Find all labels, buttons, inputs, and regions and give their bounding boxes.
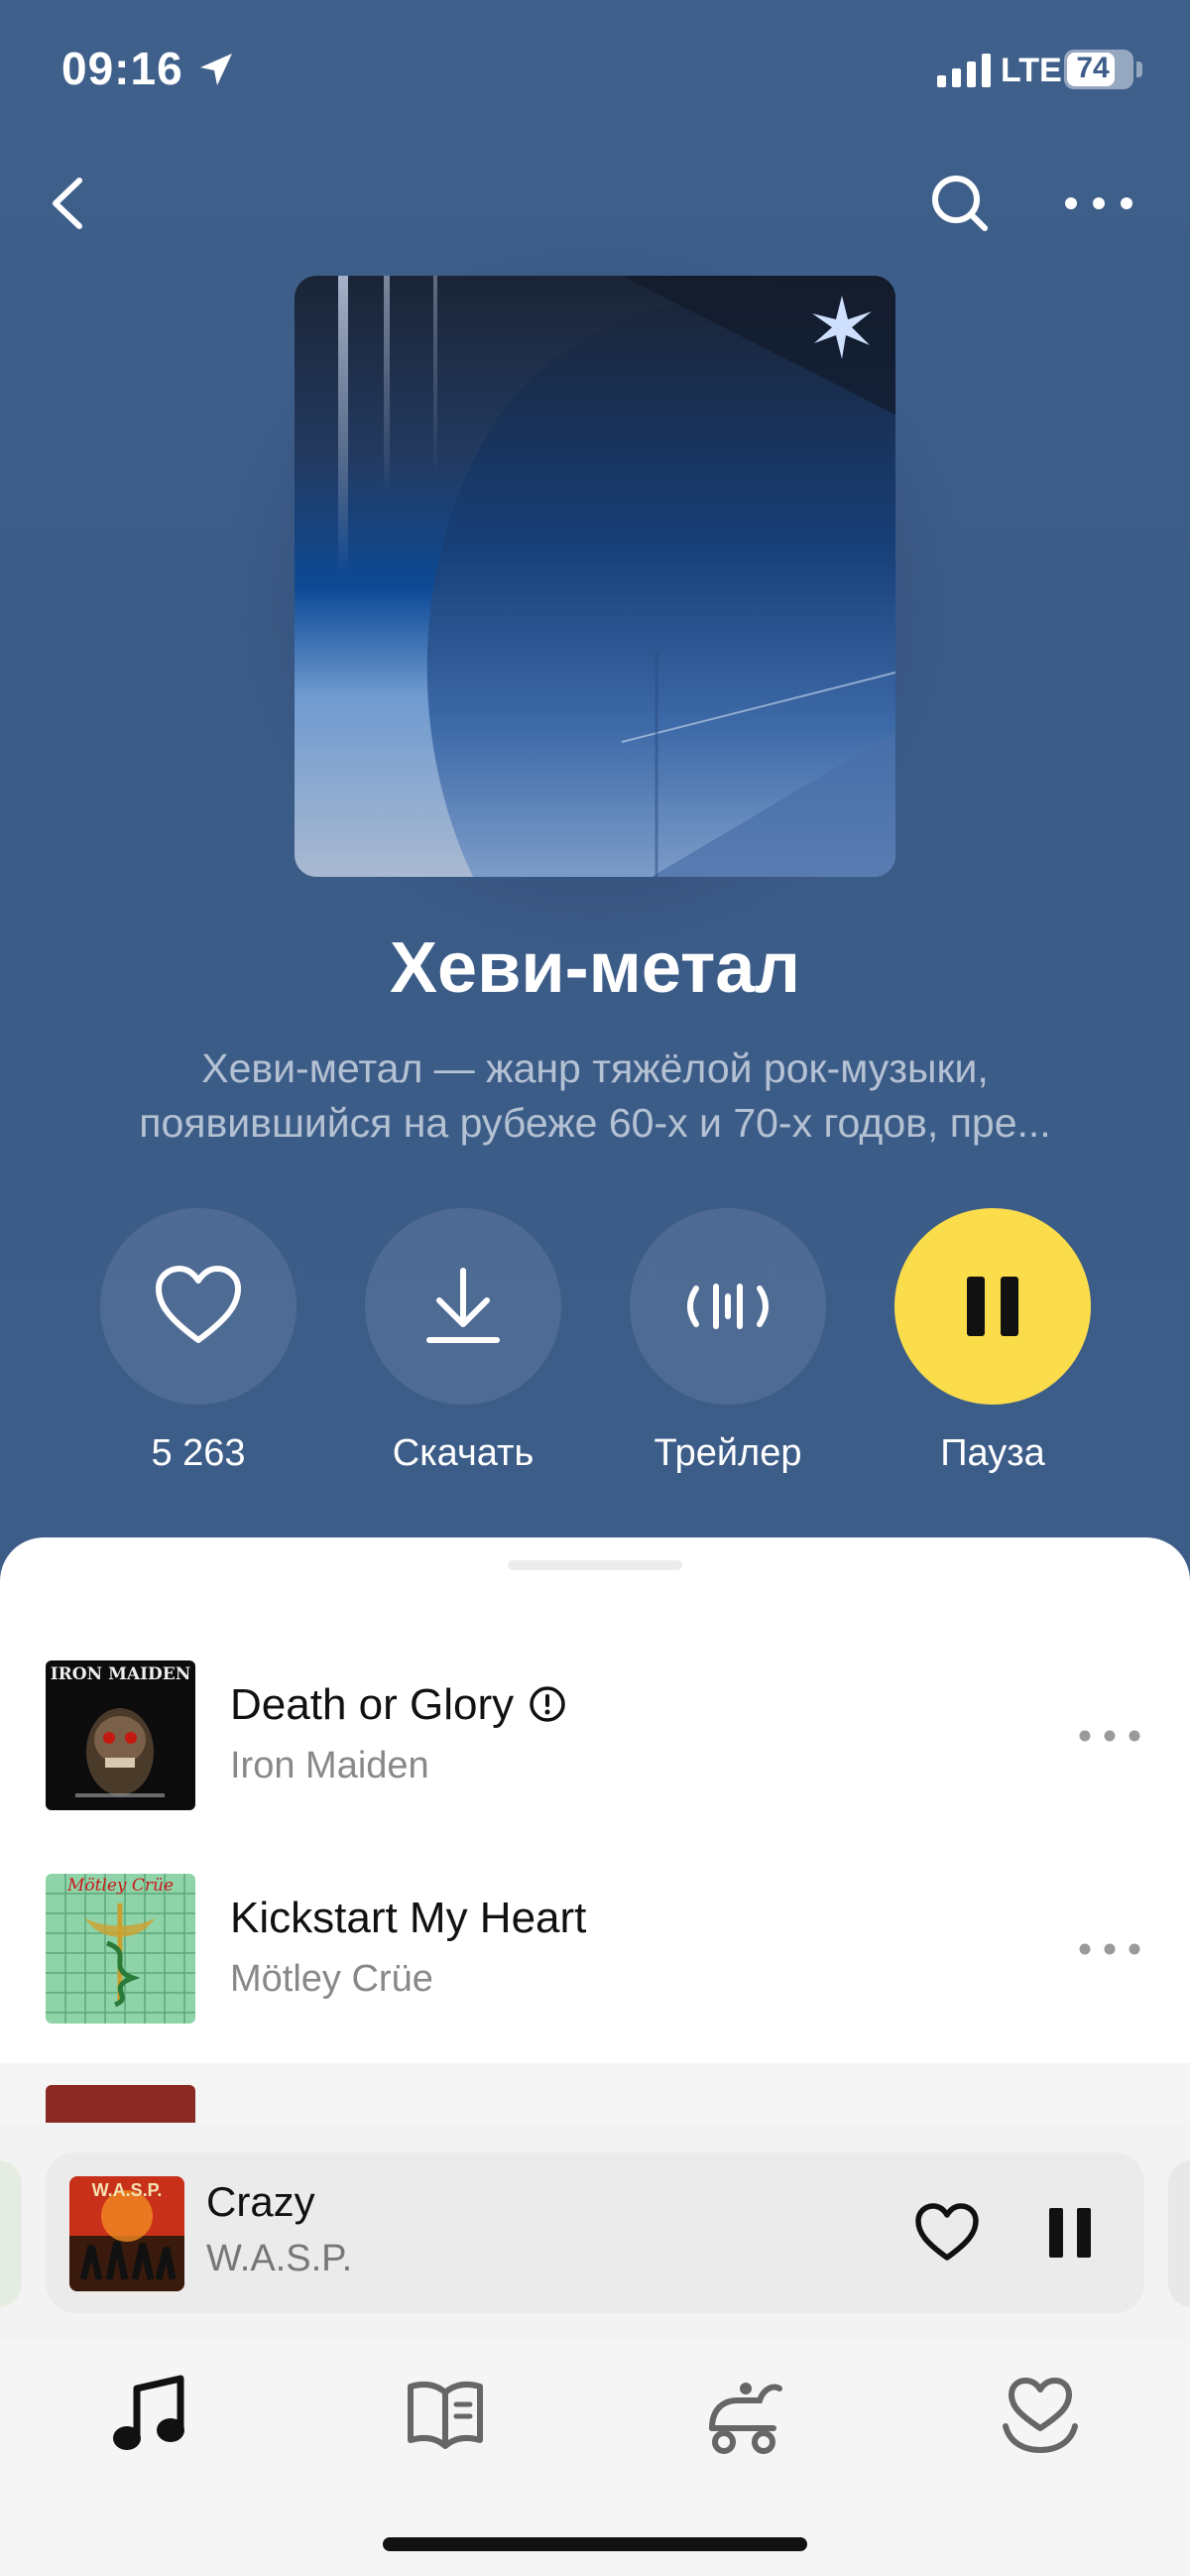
playlist-title: Хеви-метал	[390, 928, 800, 1008]
trailer-label: Трейлер	[654, 1432, 802, 1474]
mini-player[interactable]: W.A.S.P. Crazy W.A.S.P.	[46, 2152, 1144, 2313]
pause-label: Пауза	[940, 1432, 1045, 1474]
album-art-peek	[46, 2085, 195, 2125]
back-chevron-icon[interactable]	[40, 169, 99, 238]
soundwave-icon	[687, 1284, 769, 1329]
more-dots-icon[interactable]	[1075, 1716, 1144, 1756]
download-label: Скачать	[392, 1432, 535, 1474]
now-playing-art: W.A.S.P.	[69, 2176, 184, 2291]
trailer-button[interactable]: Трейлер	[630, 1208, 826, 1476]
location-arrow-icon	[200, 54, 232, 85]
status-time: 09:16	[61, 43, 183, 94]
battery-level: 74	[1076, 52, 1110, 84]
pause-button[interactable]: Пауза	[894, 1208, 1091, 1476]
album-art: Mötley Crüe	[46, 1874, 195, 2024]
track-artist: Iron Maiden	[230, 1745, 429, 1786]
previous-track-card[interactable]	[0, 2160, 22, 2307]
home-indicator[interactable]	[383, 2537, 807, 2551]
like-button[interactable]: 5 263	[100, 1208, 297, 1476]
track-row[interactable]: IRON MAIDEN Death or Glory Iron Maiden	[0, 1660, 1190, 1859]
now-playing-title: Crazy	[206, 2178, 315, 2225]
description-line: Хеви-метал — жанр тяжёлой рок-музыки,	[201, 1045, 989, 1091]
download-button[interactable]: Скачать	[365, 1208, 561, 1476]
music-note-icon[interactable]	[103, 2371, 192, 2460]
book-icon[interactable]	[401, 2371, 490, 2460]
album-art-text: Mötley Crüe	[66, 1876, 175, 1896]
now-playing-art-text: W.A.S.P.	[91, 2180, 163, 2200]
heart-icon	[156, 1266, 241, 1343]
playlist-cover	[295, 276, 895, 877]
battery-tip	[1136, 61, 1142, 77]
pause-icon	[967, 1277, 1018, 1336]
sheet-handle[interactable]	[508, 1560, 682, 1570]
next-track-card[interactable]	[1168, 2160, 1190, 2307]
heart-icon[interactable]	[912, 2198, 982, 2268]
explicit-icon	[530, 1686, 565, 1723]
signal-bars-icon	[937, 54, 991, 87]
track-title: Death or Glory	[230, 1680, 567, 1730]
more-dots-icon[interactable]	[1075, 1929, 1144, 1969]
now-playing-artist: W.A.S.P.	[206, 2238, 353, 2279]
kids-icon[interactable]	[698, 2371, 787, 2460]
album-art: IRON MAIDEN	[46, 1660, 195, 1810]
pause-icon[interactable]	[1035, 2198, 1105, 2268]
download-icon	[426, 1268, 500, 1343]
track-artist: Mötley Crüe	[230, 1958, 433, 2000]
playlist-description[interactable]: Хеви-метал — жанр тяжёлой рок-музыки, по…	[60, 1042, 1130, 1151]
track-title: Kickstart My Heart	[230, 1894, 587, 1942]
description-line: появившийся на рубеже 60-х и 70-х годов,…	[139, 1100, 1051, 1146]
battery-icon: 74	[1064, 50, 1133, 89]
cover-artwork	[338, 276, 895, 877]
album-art-text: IRON MAIDEN	[50, 1664, 191, 1684]
network-type: LTE	[1001, 52, 1062, 89]
status-bar: 09:16 LTE 74	[0, 0, 1190, 139]
heart-collection-icon[interactable]	[996, 2371, 1085, 2460]
like-count: 5 263	[151, 1432, 246, 1474]
track-row[interactable]: Mötley Crüe Kickstart My Heart Mötley Cr…	[0, 1874, 1190, 2072]
more-dots-icon[interactable]	[1061, 179, 1136, 228]
